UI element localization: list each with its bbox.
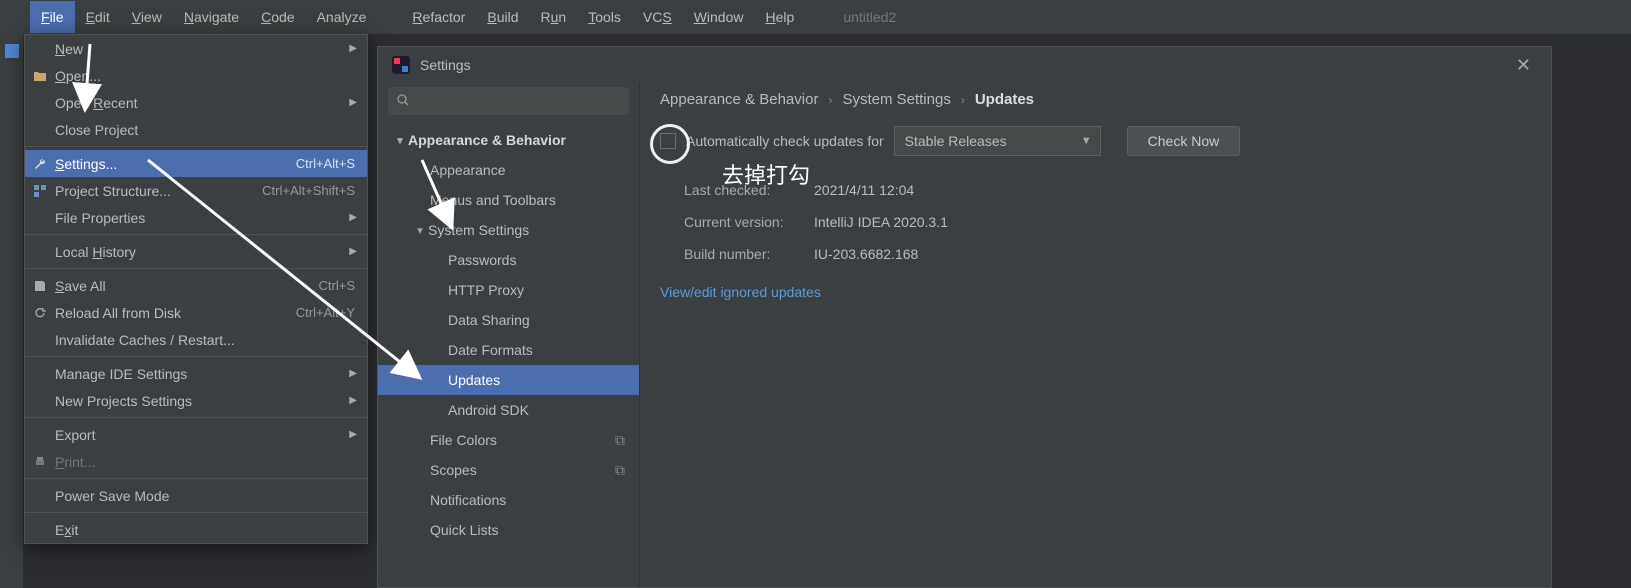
tree-updates[interactable]: Updates bbox=[378, 365, 639, 395]
file-new-projects-settings[interactable]: New Projects Settings▶ bbox=[25, 387, 367, 414]
settings-tree: ▾Appearance & Behavior Appearance Menus … bbox=[378, 83, 640, 587]
file-export[interactable]: Export▶ bbox=[25, 421, 367, 448]
file-save-all[interactable]: Save AllCtrl+S bbox=[25, 272, 367, 299]
structure-icon bbox=[32, 184, 48, 198]
chevron-right-icon: › bbox=[961, 93, 965, 107]
settings-search[interactable] bbox=[388, 87, 629, 115]
file-open[interactable]: Open... bbox=[25, 62, 367, 89]
last-checked-label: Last checked: bbox=[684, 182, 814, 198]
last-checked-value: 2021/4/11 12:04 bbox=[814, 182, 1531, 198]
crumb-updates: Updates bbox=[975, 91, 1034, 108]
reload-icon bbox=[32, 306, 48, 320]
ignored-updates-link[interactable]: View/edit ignored updates bbox=[660, 284, 1531, 300]
menu-edit[interactable]: Edit bbox=[75, 1, 121, 33]
build-number-value: IU-203.6682.168 bbox=[814, 246, 1531, 262]
settings-content: Appearance & Behavior › System Settings … bbox=[640, 83, 1551, 587]
chevron-down-icon: ▾ bbox=[392, 134, 408, 147]
menu-vcs[interactable]: VCS bbox=[632, 1, 683, 33]
tree-quick-lists[interactable]: Quick Lists bbox=[378, 515, 639, 545]
folder-icon bbox=[32, 69, 48, 83]
per-project-icon: ⧉ bbox=[615, 432, 625, 449]
dialog-titlebar[interactable]: Settings ✕ bbox=[378, 47, 1551, 83]
menu-view[interactable]: View bbox=[121, 1, 173, 33]
file-settings[interactable]: Settings...Ctrl+Alt+S bbox=[25, 150, 367, 177]
menu-build[interactable]: Build bbox=[476, 1, 529, 33]
close-icon[interactable]: ✕ bbox=[1510, 55, 1537, 76]
tree-appearance-behavior[interactable]: ▾Appearance & Behavior bbox=[378, 125, 639, 155]
tree-data-sharing[interactable]: Data Sharing bbox=[378, 305, 639, 335]
file-properties[interactable]: File Properties▶ bbox=[25, 204, 367, 231]
chevron-right-icon: › bbox=[828, 93, 832, 107]
file-menu-popup: New▶ Open... Open Recent▶ Close Project … bbox=[24, 34, 368, 544]
menu-help[interactable]: Help bbox=[755, 1, 806, 33]
dialog-title: Settings bbox=[420, 57, 1510, 73]
check-now-button[interactable]: Check Now bbox=[1127, 126, 1241, 156]
settings-dialog: Settings ✕ ▾Appearance & Behavior Appear… bbox=[377, 46, 1552, 588]
menu-navigate[interactable]: Navigate bbox=[173, 1, 250, 33]
tree-file-colors[interactable]: File Colors⧉ bbox=[378, 425, 639, 455]
tree-notifications[interactable]: Notifications bbox=[378, 485, 639, 515]
menu-analyze[interactable]: Analyze bbox=[306, 1, 378, 33]
tree-date-formats[interactable]: Date Formats bbox=[378, 335, 639, 365]
wrench-icon bbox=[32, 157, 48, 171]
auto-check-label: Automatically check updates for bbox=[686, 133, 884, 149]
file-exit[interactable]: Exit bbox=[25, 516, 367, 543]
menu-tools[interactable]: Tools bbox=[577, 1, 632, 33]
menu-refactor[interactable]: Refactor bbox=[401, 1, 476, 33]
tree-system-settings[interactable]: ▾System Settings bbox=[378, 215, 639, 245]
file-print[interactable]: Print... bbox=[25, 448, 367, 475]
tree-menus-toolbars[interactable]: Menus and Toolbars bbox=[378, 185, 639, 215]
tree-scopes[interactable]: Scopes⧉ bbox=[378, 455, 639, 485]
menu-code[interactable]: Code bbox=[250, 1, 305, 33]
project-name: untitled2 bbox=[843, 9, 896, 25]
project-toolwindow-icon[interactable] bbox=[5, 44, 19, 58]
toolwindow-strip bbox=[0, 34, 24, 588]
file-manage-ide[interactable]: Manage IDE Settings▶ bbox=[25, 360, 367, 387]
search-icon bbox=[396, 93, 410, 110]
crumb-system-settings[interactable]: System Settings bbox=[842, 91, 950, 108]
print-icon bbox=[32, 455, 48, 469]
tree-http-proxy[interactable]: HTTP Proxy bbox=[378, 275, 639, 305]
update-channel-select[interactable]: Stable Releases ▼ bbox=[894, 126, 1101, 156]
menu-run[interactable]: Run bbox=[529, 1, 577, 33]
menu-window[interactable]: Window bbox=[683, 1, 755, 33]
intellij-icon bbox=[392, 56, 410, 74]
per-project-icon: ⧉ bbox=[615, 462, 625, 479]
tree-appearance[interactable]: Appearance bbox=[378, 155, 639, 185]
menu-file[interactable]: File bbox=[30, 1, 75, 33]
chevron-down-icon: ▾ bbox=[412, 224, 428, 237]
file-power-save[interactable]: Power Save Mode bbox=[25, 482, 367, 509]
menubar: File Edit View Navigate Code Analyze Ref… bbox=[0, 0, 1631, 34]
file-reload[interactable]: Reload All from DiskCtrl+Alt+Y bbox=[25, 299, 367, 326]
crumb-appearance[interactable]: Appearance & Behavior bbox=[660, 91, 818, 108]
file-local-history[interactable]: Local History▶ bbox=[25, 238, 367, 265]
tree-android-sdk[interactable]: Android SDK bbox=[378, 395, 639, 425]
breadcrumb: Appearance & Behavior › System Settings … bbox=[660, 91, 1531, 108]
file-close-project[interactable]: Close Project bbox=[25, 116, 367, 143]
build-number-label: Build number: bbox=[684, 246, 814, 262]
file-open-recent[interactable]: Open Recent▶ bbox=[25, 89, 367, 116]
save-icon bbox=[32, 279, 48, 293]
file-invalidate[interactable]: Invalidate Caches / Restart... bbox=[25, 326, 367, 353]
current-version-value: IntelliJ IDEA 2020.3.1 bbox=[814, 214, 1531, 230]
chevron-down-icon: ▼ bbox=[1081, 135, 1092, 147]
file-new[interactable]: New▶ bbox=[25, 35, 367, 62]
auto-check-checkbox[interactable] bbox=[660, 133, 676, 149]
tree-passwords[interactable]: Passwords bbox=[378, 245, 639, 275]
current-version-label: Current version: bbox=[684, 214, 814, 230]
file-project-structure[interactable]: Project Structure...Ctrl+Alt+Shift+S bbox=[25, 177, 367, 204]
